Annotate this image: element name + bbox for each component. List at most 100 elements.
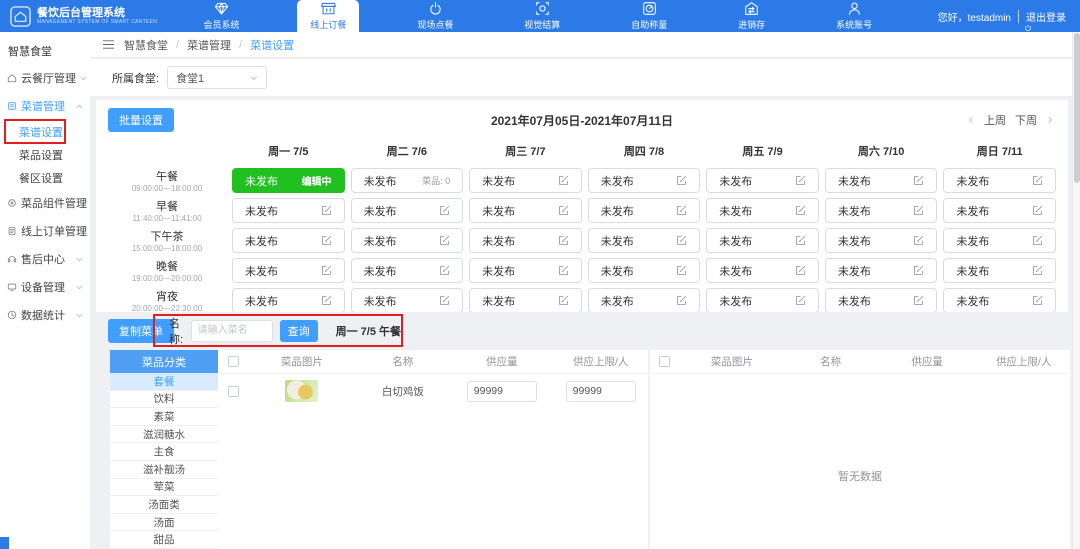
menu-cell[interactable]: 未发布 [943,288,1056,312]
sidebar-item[interactable]: 菜谱管理 [0,92,90,120]
menu-cell[interactable]: 未发布菜品: 0 [351,168,464,193]
edit-icon[interactable] [913,295,924,306]
menu-cell[interactable]: 未发布 [469,198,582,223]
edit-icon[interactable] [558,205,569,216]
sidebar-item[interactable]: 菜品组件管理 [0,189,90,217]
edit-icon[interactable] [1032,205,1043,216]
sidebar-item[interactable]: 设备管理 [0,273,90,301]
edit-icon[interactable] [439,295,450,306]
row-checkbox[interactable] [228,386,239,397]
menu-cell[interactable]: 未发布 [588,288,701,312]
edit-icon[interactable] [795,295,806,306]
sidebar-item[interactable]: 售后中心 [0,245,90,273]
edit-icon[interactable] [795,235,806,246]
select-all-checkbox[interactable] [659,356,670,367]
sidebar-subitem[interactable]: 菜品设置 [0,143,90,166]
menu-cell[interactable]: 未发布编辑中 [232,168,345,193]
edit-icon[interactable] [1032,265,1043,276]
collapse-menu-icon[interactable] [102,39,115,50]
category-item[interactable]: 滋补靓汤 [110,461,218,479]
top-nav-item[interactable]: 进销存 [725,0,778,32]
breadcrumb-item[interactable]: 菜谱管理 [187,37,231,53]
menu-cell[interactable]: 未发布 [588,168,701,193]
top-nav-item[interactable]: 自助称量 [618,0,680,32]
menu-cell[interactable]: 未发布 [706,198,819,223]
scrollbar-thumb[interactable] [1074,33,1080,183]
edit-icon[interactable] [439,205,450,216]
menu-cell[interactable]: 未发布 [706,258,819,283]
sidebar-subitem[interactable]: 菜谱设置 [0,120,90,143]
edit-icon[interactable] [676,205,687,216]
batch-set-button[interactable]: 批量设置 [108,108,174,132]
menu-cell[interactable]: 未发布 [943,228,1056,253]
edit-icon[interactable] [795,175,806,186]
prev-week-link[interactable]: 上周 [984,112,1006,128]
menu-cell[interactable]: 未发布 [469,288,582,312]
category-item[interactable]: 主食 [110,443,218,461]
canteen-select[interactable]: 食堂1 [167,66,267,89]
menu-cell[interactable]: 未发布 [232,198,345,223]
menu-cell[interactable]: 未发布 [825,168,938,193]
edit-icon[interactable] [321,235,332,246]
category-item[interactable]: 套餐 [110,373,218,391]
search-button[interactable]: 查询 [280,320,318,342]
breadcrumb-item[interactable]: 智慧食堂 [124,37,168,53]
dish-name-input[interactable] [191,320,273,342]
edit-icon[interactable] [1032,295,1043,306]
edit-icon[interactable] [676,175,687,186]
next-week-link[interactable]: 下周 [1015,112,1037,128]
sidebar-subitem[interactable]: 餐区设置 [0,166,90,189]
category-item[interactable]: 荤菜 [110,479,218,497]
menu-cell[interactable]: 未发布 [351,228,464,253]
sidebar-item[interactable]: 数据统计 [0,301,90,329]
edit-icon[interactable] [795,265,806,276]
menu-cell[interactable]: 未发布 [351,258,464,283]
menu-cell[interactable]: 未发布 [232,258,345,283]
edit-icon[interactable] [1032,235,1043,246]
menu-cell[interactable]: 未发布 [588,198,701,223]
edit-icon[interactable] [913,235,924,246]
edit-icon[interactable] [321,205,332,216]
menu-cell[interactable]: 未发布 [825,258,938,283]
menu-cell[interactable]: 未发布 [706,288,819,312]
category-item[interactable]: 甜品 [110,531,218,549]
edit-icon[interactable] [321,295,332,306]
top-nav-item[interactable]: 线上订餐 [297,0,359,32]
category-item[interactable]: 素菜 [110,408,218,426]
menu-cell[interactable]: 未发布 [469,228,582,253]
menu-cell[interactable]: 未发布 [469,258,582,283]
menu-cell[interactable]: 未发布 [706,228,819,253]
logout-link[interactable]: 退出登录 [1026,9,1066,24]
edit-icon[interactable] [439,235,450,246]
vertical-scrollbar[interactable] [1072,32,1080,549]
edit-icon[interactable] [795,205,806,216]
edit-icon[interactable] [321,265,332,276]
menu-cell[interactable]: 未发布 [469,168,582,193]
category-item[interactable]: 饮料 [110,391,218,409]
edit-icon[interactable] [676,235,687,246]
category-item[interactable]: 汤面 [110,514,218,532]
edit-icon[interactable] [558,295,569,306]
edit-icon[interactable] [558,175,569,186]
menu-cell[interactable]: 未发布 [825,198,938,223]
edit-icon[interactable] [913,265,924,276]
edit-icon[interactable] [913,205,924,216]
top-nav-item[interactable]: 会员系统 [190,0,252,32]
edit-icon[interactable] [558,235,569,246]
menu-cell[interactable]: 未发布 [351,198,464,223]
sidebar-item[interactable]: 线上订单管理 [0,217,90,245]
menu-cell[interactable]: 未发布 [706,168,819,193]
menu-cell[interactable]: 未发布 [825,228,938,253]
edit-icon[interactable] [1032,175,1043,186]
edit-icon[interactable] [676,265,687,276]
menu-cell[interactable]: 未发布 [943,198,1056,223]
select-all-checkbox[interactable] [228,356,239,367]
menu-cell[interactable]: 未发布 [588,228,701,253]
edit-icon[interactable] [558,265,569,276]
supply-input[interactable] [467,381,537,402]
category-item[interactable]: 汤面类 [110,496,218,514]
menu-cell[interactable]: 未发布 [232,228,345,253]
menu-cell[interactable]: 未发布 [232,288,345,312]
menu-cell[interactable]: 未发布 [351,288,464,312]
limit-input[interactable] [566,381,636,402]
